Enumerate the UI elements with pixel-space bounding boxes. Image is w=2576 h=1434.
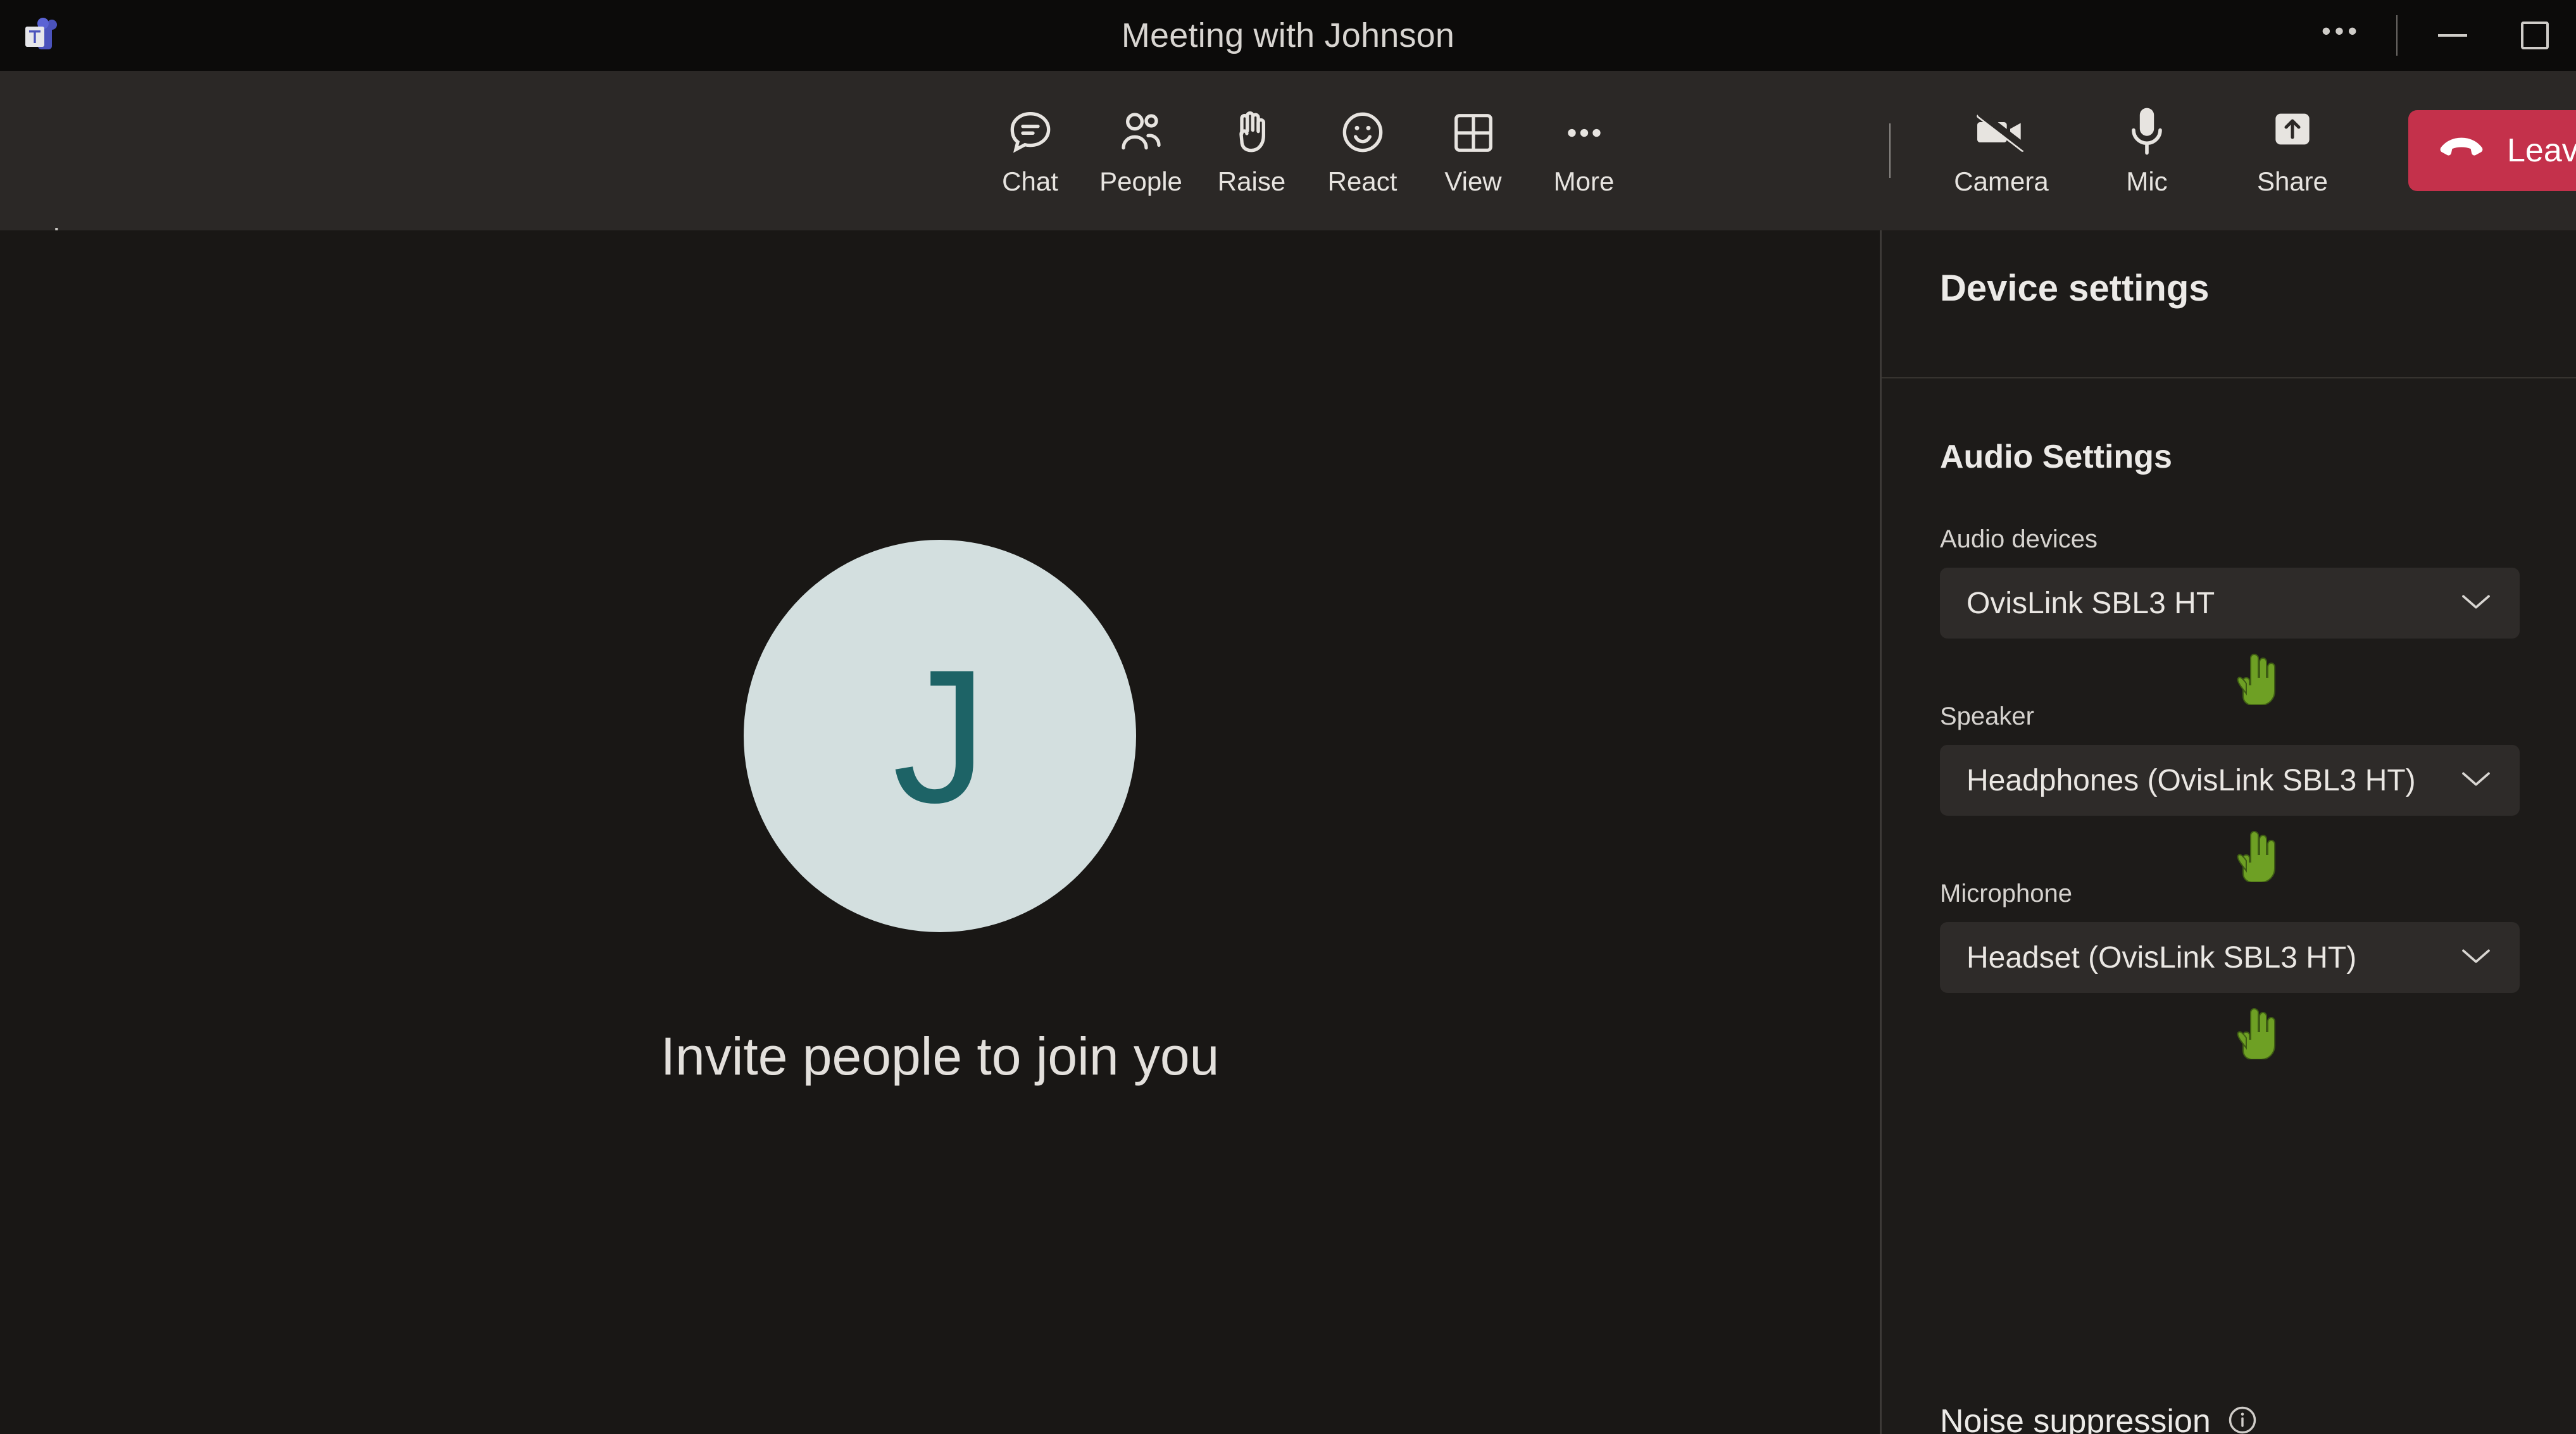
toolbar-button-more[interactable]: More [1529, 71, 1639, 230]
toolbar-label-raise: Raise [1217, 166, 1286, 196]
more-ellipsis-icon [1560, 104, 1609, 158]
info-circle-icon[interactable] [2226, 1404, 2259, 1434]
noise-suppression-heading-row: Noise suppression [1940, 1402, 2259, 1434]
toolbar-button-people[interactable]: People [1085, 71, 1196, 230]
toolbar-label-people: People [1099, 166, 1182, 196]
device-settings-panel: Device settings Audio Settings Audio dev… [1880, 230, 2576, 1434]
panel-separator [1882, 377, 2576, 378]
chevron-down-icon [2460, 592, 2492, 614]
panel-title: Device settings [1940, 268, 2210, 309]
toolbar-button-share[interactable]: Share [2220, 71, 2365, 230]
title-bar: Meeting with Johnson ••• [0, 0, 2576, 71]
pointing-hand-cursor [2236, 1006, 2280, 1060]
speaker-group: Speaker Headphones (OvisLink SBL3 HT) [1940, 702, 2520, 816]
toolbar-button-react[interactable]: React [1307, 71, 1418, 230]
toolbar-right-group: Camera Mic Share Leav [1851, 71, 2576, 230]
avatar: J [744, 539, 1136, 932]
toolbar-button-raise[interactable]: Raise [1196, 71, 1307, 230]
teams-meeting-window: Meeting with Johnson ••• --:-- Chat [0, 0, 2576, 1434]
toolbar-center-group: Chat People Raise React View More [975, 71, 1639, 230]
view-grid-icon [1449, 104, 1498, 158]
controls-divider [2396, 15, 2398, 56]
audio-devices-value: OvisLink SBL3 HT [1966, 586, 2215, 620]
minimize-icon[interactable] [2411, 0, 2494, 71]
ellipsis-icon[interactable]: ••• [2300, 0, 2382, 71]
toolbar-button-chat[interactable]: Chat [975, 71, 1085, 230]
speaker-value: Headphones (OvisLink SBL3 HT) [1966, 763, 2416, 797]
toolbar-button-mic[interactable]: Mic [2074, 71, 2220, 230]
meeting-toolbar: --:-- Chat [0, 71, 2576, 249]
audio-devices-group: Audio devices OvisLink SBL3 HT [1940, 525, 2520, 639]
toolbar-label-react: React [1327, 166, 1397, 196]
audio-settings-heading: Audio Settings [1940, 439, 2172, 475]
speaker-select[interactable]: Headphones (OvisLink SBL3 HT) [1940, 745, 2520, 816]
toolbar-label-view: View [1444, 166, 1502, 196]
microphone-label: Microphone [1940, 880, 2073, 907]
chevron-down-icon [2460, 947, 2492, 969]
toolbar-label-mic: Mic [2126, 166, 2168, 196]
microphone-group: Microphone Headset (OvisLink SBL3 HT) [1940, 880, 2520, 993]
chevron-down-icon [2460, 770, 2492, 792]
window-controls: ••• [2300, 0, 2576, 71]
audio-devices-select[interactable]: OvisLink SBL3 HT [1940, 568, 2520, 639]
pointing-hand-cursor [2236, 829, 2280, 883]
speaker-label: Speaker [1940, 702, 2034, 730]
microphone-icon [2125, 104, 2169, 158]
leave-button-label: Leave [2507, 132, 2576, 169]
pointing-hand-cursor [2236, 652, 2280, 706]
toolbar-label-share: Share [2256, 166, 2329, 196]
toolbar-button-view[interactable]: View [1418, 71, 1529, 230]
chat-icon [1005, 104, 1056, 158]
avatar-initial: J [892, 629, 987, 842]
noise-suppression-title: Noise suppression [1940, 1403, 2211, 1434]
maximize-icon[interactable] [2494, 0, 2576, 71]
toolbar-divider [1889, 123, 1891, 178]
raise-hand-icon [1227, 104, 1277, 158]
react-smiley-icon [1337, 104, 1388, 158]
toolbar-button-camera[interactable]: Camera [1929, 71, 2074, 230]
toolbar-label-more: More [1553, 166, 1615, 196]
audio-devices-label: Audio devices [1940, 525, 2098, 553]
microphone-select[interactable]: Headset (OvisLink SBL3 HT) [1940, 922, 2520, 993]
invite-people-text: Invite people to join you [660, 1026, 1220, 1086]
toolbar-label-camera: Camera [1954, 166, 2049, 196]
share-screen-icon [2268, 104, 2317, 158]
meeting-stage: J Invite people to join you [0, 230, 1880, 1434]
microphone-value: Headset (OvisLink SBL3 HT) [1966, 940, 2357, 975]
toolbar-label-chat: Chat [1002, 166, 1058, 196]
hangup-icon [2437, 135, 2485, 166]
leave-button[interactable]: Leave [2408, 110, 2576, 191]
camera-off-icon [1973, 104, 2029, 158]
window-title: Meeting with Johnson [1121, 16, 1455, 54]
people-icon [1116, 104, 1166, 158]
